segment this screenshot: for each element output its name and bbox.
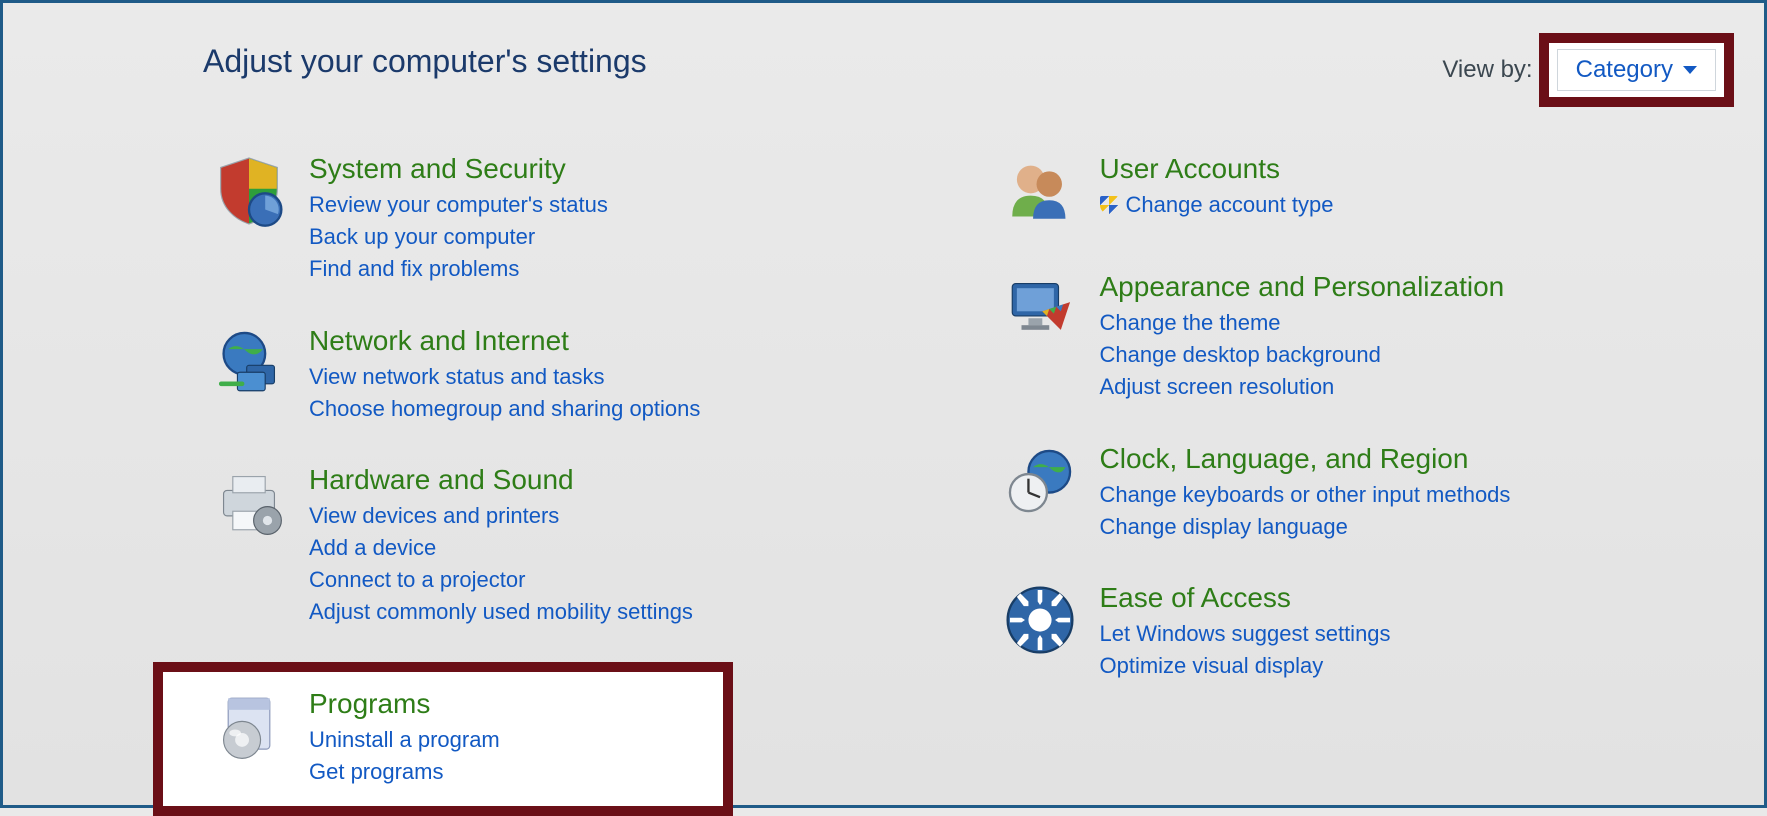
category-hardware-sound: Hardware and Sound View devices and prin…: [203, 458, 934, 632]
viewby-highlight: Category: [1539, 33, 1734, 107]
category-link[interactable]: Change display language: [1100, 511, 1511, 543]
category-link[interactable]: View network status and tasks: [309, 361, 700, 393]
category-link[interactable]: Change desktop background: [1100, 339, 1505, 371]
header-row: Adjust your computer's settings View by:…: [203, 43, 1724, 107]
category-link[interactable]: View devices and printers: [309, 500, 693, 532]
category-ease-of-access: Ease of Access Let Windows suggest setti…: [994, 576, 1725, 686]
category-appearance: Appearance and Personalization Change th…: [994, 265, 1725, 407]
category-link[interactable]: Optimize visual display: [1100, 650, 1391, 682]
category-link[interactable]: Get programs: [309, 756, 500, 788]
category-link[interactable]: Back up your computer: [309, 221, 608, 253]
categories-columns: System and Security Review your computer…: [203, 147, 1724, 816]
users-icon: [1000, 151, 1080, 231]
chevron-down-icon: [1683, 66, 1697, 74]
category-link[interactable]: Choose homegroup and sharing options: [309, 393, 700, 425]
printer-icon: [209, 462, 289, 542]
category-title[interactable]: User Accounts: [1100, 153, 1334, 185]
programs-icon: [209, 686, 289, 766]
category-link[interactable]: Find and fix problems: [309, 253, 608, 285]
category-link[interactable]: Change keyboards or other input methods: [1100, 479, 1511, 511]
category-clock-language-region: Clock, Language, and Region Change keybo…: [994, 437, 1725, 547]
category-network-internet: Network and Internet View network status…: [203, 319, 934, 429]
category-programs: Programs Uninstall a program Get program…: [203, 682, 723, 792]
category-link[interactable]: Let Windows suggest settings: [1100, 618, 1391, 650]
category-link[interactable]: Change account type: [1100, 189, 1334, 221]
category-system-security: System and Security Review your computer…: [203, 147, 934, 289]
category-link[interactable]: Connect to a projector: [309, 564, 693, 596]
category-title[interactable]: Appearance and Personalization: [1100, 271, 1505, 303]
viewby-label: View by:: [1442, 56, 1532, 84]
category-title[interactable]: Hardware and Sound: [309, 464, 693, 496]
viewby-value: Category: [1576, 56, 1673, 84]
viewby-area: View by: Category: [1442, 33, 1734, 107]
category-link[interactable]: Adjust commonly used mobility settings: [309, 596, 693, 628]
category-link[interactable]: Review your computer's status: [309, 189, 608, 221]
category-title[interactable]: System and Security: [309, 153, 608, 185]
category-link[interactable]: Add a device: [309, 532, 693, 564]
monitor-personalization-icon: [1000, 269, 1080, 349]
category-link[interactable]: Adjust screen resolution: [1100, 371, 1505, 403]
category-link[interactable]: Uninstall a program: [309, 724, 500, 756]
page-title: Adjust your computer's settings: [203, 43, 647, 80]
left-column: System and Security Review your computer…: [203, 147, 934, 816]
category-title[interactable]: Ease of Access: [1100, 582, 1391, 614]
globe-network-icon: [209, 323, 289, 403]
category-title[interactable]: Programs: [309, 688, 500, 720]
clock-globe-icon: [1000, 441, 1080, 521]
shield-icon: [209, 151, 289, 231]
right-column: User Accounts Change account type: [994, 147, 1725, 816]
category-title[interactable]: Clock, Language, and Region: [1100, 443, 1511, 475]
category-title[interactable]: Network and Internet: [309, 325, 700, 357]
control-panel-window: Adjust your computer's settings View by:…: [0, 0, 1767, 808]
programs-highlight: Programs Uninstall a program Get program…: [153, 662, 733, 816]
category-user-accounts: User Accounts Change account type: [994, 147, 1725, 235]
ease-of-access-icon: [1000, 580, 1080, 660]
category-link[interactable]: Change the theme: [1100, 307, 1505, 339]
viewby-dropdown[interactable]: Category: [1557, 49, 1716, 91]
